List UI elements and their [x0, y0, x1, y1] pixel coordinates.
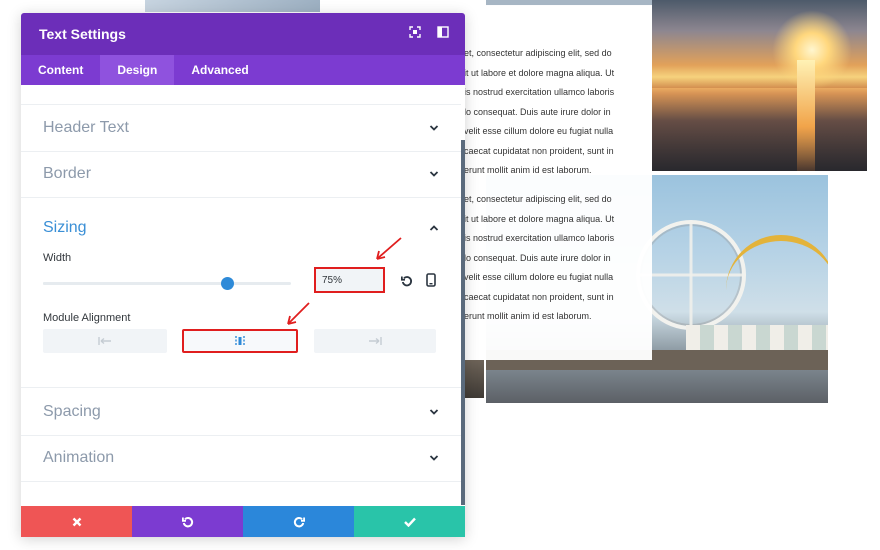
scrollbar[interactable]	[461, 140, 465, 505]
text-line: et, consectetur adipiscing elit, sed do	[464, 194, 612, 204]
chevron-down-icon	[429, 409, 439, 415]
align-center-icon	[235, 336, 245, 346]
align-center-button[interactable]	[182, 329, 298, 353]
text-line: velit esse cillum dolore eu fugiat nulla	[464, 272, 614, 282]
chevron-down-icon	[429, 125, 439, 131]
text-line: erunt mollit anim id est laborum.	[464, 311, 592, 321]
fullscreen-icon[interactable]	[409, 26, 421, 38]
modal-header: Text Settings	[21, 13, 465, 55]
text-line: caecat cupidatat non proident, sunt in	[464, 291, 614, 302]
align-left-button[interactable]	[43, 329, 167, 353]
align-right-button[interactable]	[314, 329, 436, 353]
text-line: is nostrud exercitation ullamco laboris	[464, 233, 615, 243]
undo-icon	[181, 516, 193, 527]
image-strip	[462, 360, 484, 398]
section-title: Animation	[43, 449, 115, 466]
tab-advanced[interactable]: Advanced	[174, 55, 265, 85]
text-line: lo consequat. Duis aute irure dolor in	[464, 106, 611, 117]
body-text-block: et, consectetur adipiscing elit, sed do …	[454, 175, 652, 360]
mobile-icon[interactable]	[426, 273, 436, 292]
save-button[interactable]	[354, 506, 465, 537]
sea	[652, 88, 867, 171]
modal-title: Text Settings	[39, 26, 126, 42]
chevron-up-icon	[429, 225, 439, 231]
text-line: caecat cupidatat non proident, sunt in	[464, 145, 614, 156]
align-right-icon	[369, 337, 382, 345]
tents	[686, 325, 828, 353]
modal-body: Header Text Border Sizing Width 75% Modu…	[21, 85, 465, 505]
section-header-text[interactable]: Header Text	[21, 105, 461, 152]
module-alignment-label: Module Alignment	[43, 312, 131, 324]
redo-button[interactable]	[243, 506, 354, 537]
section-title: Spacing	[43, 403, 101, 420]
chevron-down-icon	[429, 171, 439, 177]
discard-button[interactable]	[21, 506, 132, 537]
text-line: it ut labore et dolore magna aliqua. Ut	[464, 213, 615, 224]
sun-reflection	[797, 60, 815, 171]
reset-icon[interactable]	[400, 274, 413, 292]
thumbnail-image	[145, 0, 320, 12]
section-collapsed-partial	[21, 85, 461, 105]
tab-bar: Content Design Advanced	[21, 55, 465, 85]
annotation-arrow-icon	[376, 237, 402, 260]
page-canvas: et, consectetur adipiscing elit, sed do …	[0, 0, 880, 550]
tab-content[interactable]: Content	[21, 55, 100, 85]
slider-knob[interactable]	[220, 277, 234, 290]
width-label: Width	[43, 252, 72, 264]
text-line: velit esse cillum dolore eu fugiat nulla	[464, 126, 614, 136]
text-line: lo consequat. Duis aute irure dolor in	[464, 252, 611, 263]
roller-coaster	[726, 235, 828, 305]
sunset-image	[652, 0, 867, 171]
check-icon	[403, 517, 416, 527]
width-slider[interactable]	[43, 277, 291, 290]
tab-design[interactable]: Design	[100, 55, 175, 85]
text-line: is nostrud exercitation ullamco laboris	[464, 87, 615, 97]
text-line: it ut labore et dolore magna aliqua. Ut	[464, 67, 615, 78]
section-title: Sizing	[43, 219, 87, 236]
section-spacing[interactable]: Spacing	[21, 389, 461, 436]
section-title: Header Text	[43, 119, 129, 136]
undo-button[interactable]	[132, 506, 243, 537]
split-view-icon[interactable]	[437, 26, 449, 38]
body-text-block: et, consectetur adipiscing elit, sed do …	[454, 5, 652, 175]
slider-fill	[43, 282, 227, 285]
redo-icon	[293, 516, 305, 527]
text-settings-modal: Text Settings Content Design Advanced He…	[21, 13, 465, 537]
section-sizing: Sizing	[21, 205, 461, 388]
section-border[interactable]: Border	[21, 151, 461, 198]
chevron-down-icon	[429, 455, 439, 461]
section-animation[interactable]: Animation	[21, 435, 461, 482]
width-input[interactable]: 75%	[314, 267, 385, 293]
text-line: et, consectetur adipiscing elit, sed do	[464, 48, 612, 58]
close-icon	[72, 517, 81, 526]
annotation-arrow-icon	[287, 302, 310, 325]
modal-footer	[21, 506, 465, 537]
section-title: Border	[43, 165, 92, 182]
align-left-icon	[98, 337, 111, 345]
